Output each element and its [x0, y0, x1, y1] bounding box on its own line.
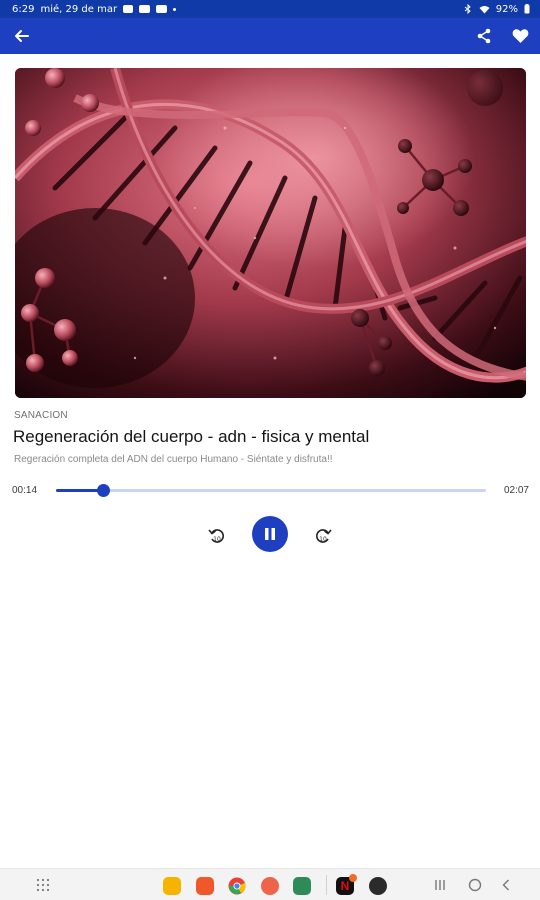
dna-helix-artwork: [15, 68, 526, 398]
youtube-notification-icon-2: [156, 5, 168, 13]
heart-icon: [512, 29, 528, 43]
progress-fill: [56, 489, 104, 492]
app-drawer-icon[interactable]: [36, 877, 50, 893]
rewind-label: 10: [213, 536, 221, 543]
progress-thumb[interactable]: [97, 484, 111, 497]
pause-icon: [265, 528, 275, 540]
system-nav-bar: N: [0, 868, 540, 900]
status-date: mié, 29 de mar: [40, 3, 118, 15]
gallery-notification-icon: [123, 5, 134, 13]
files-app-icon[interactable]: [163, 877, 181, 895]
share-button[interactable]: [472, 24, 496, 48]
track-cover-image: [15, 68, 526, 398]
contacts-app-icon[interactable]: [261, 877, 279, 895]
calendar-app-icon[interactable]: [293, 877, 311, 895]
home-icon[interactable]: [467, 877, 483, 893]
status-bar: 6:29 mié, 29 de mar 92%: [0, 0, 540, 18]
favorite-button[interactable]: [508, 24, 532, 48]
forward-10-button[interactable]: 10: [312, 525, 334, 547]
track-title: Regeneración del cuerpo - adn - fisica y…: [13, 427, 370, 446]
notification-badge: [349, 874, 357, 882]
back-nav-icon[interactable]: [501, 877, 511, 893]
recent-apps-icon[interactable]: [434, 877, 446, 893]
rewind-10-icon: 10: [208, 529, 224, 543]
netflix-logo-text: N: [340, 879, 350, 893]
bluetooth-icon: [464, 4, 471, 14]
battery-icon: [524, 4, 530, 14]
rewind-10-button[interactable]: 10: [206, 525, 228, 547]
dock-divider: [326, 875, 327, 895]
notes-app-icon[interactable]: [196, 877, 214, 895]
duration-time: 02:07: [503, 485, 529, 496]
forward-label: 10: [319, 536, 327, 543]
app-bar: [0, 18, 540, 54]
track-category: SANACION: [14, 410, 68, 421]
player-controls: 10 10: [0, 516, 540, 556]
game-app-icon[interactable]: [369, 877, 387, 895]
pause-button[interactable]: [252, 516, 288, 552]
chrome-app-icon[interactable]: [228, 877, 246, 895]
current-time: 00:14: [12, 485, 38, 496]
back-button[interactable]: [10, 24, 34, 48]
battery-level: 92%: [495, 3, 518, 15]
wifi-icon: [479, 5, 490, 13]
more-notifications-icon: [173, 7, 177, 11]
share-icon: [477, 28, 491, 44]
arrow-left-icon: [15, 30, 29, 42]
track-description: Regeración completa del ADN del cuerpo H…: [14, 454, 333, 465]
youtube-notification-icon: [139, 5, 151, 13]
status-time: 6:29: [12, 3, 35, 15]
progress-slider[interactable]: [56, 489, 486, 492]
forward-10-icon: 10: [316, 529, 332, 543]
